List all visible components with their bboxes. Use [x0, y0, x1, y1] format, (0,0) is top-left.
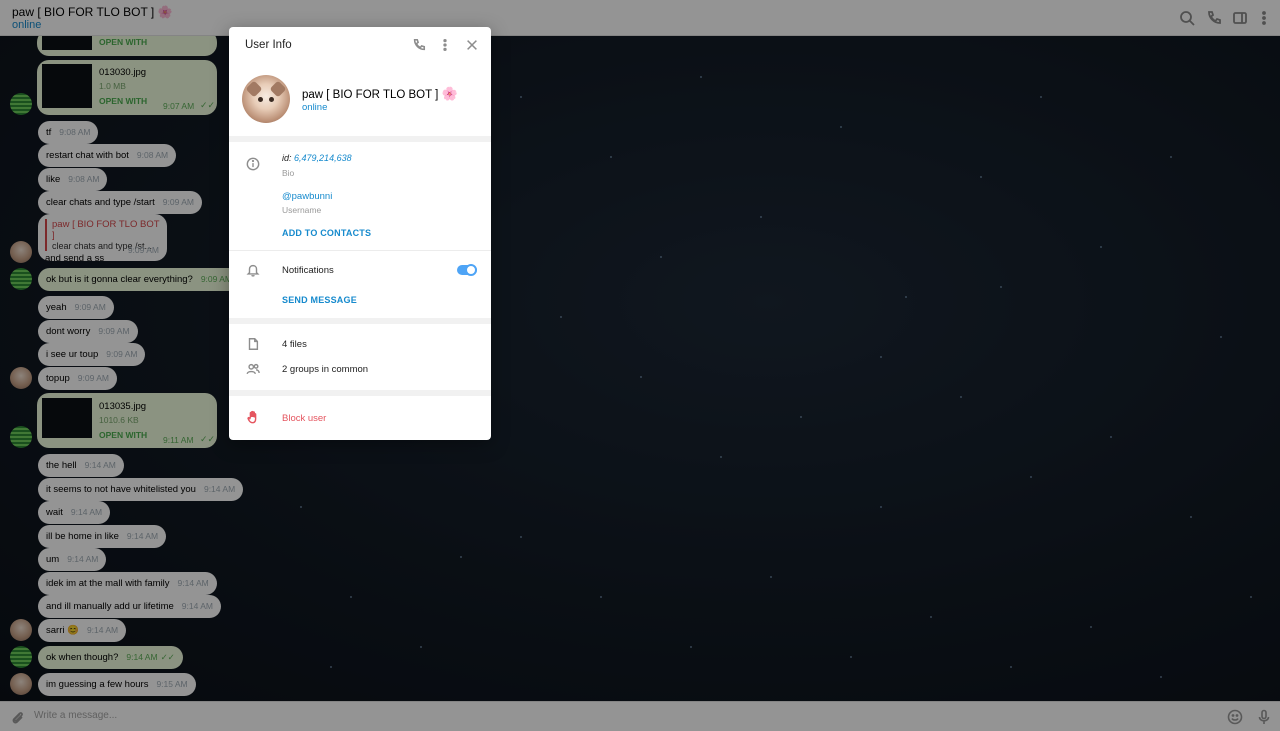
- flower-emoji-icon: 🌸: [441, 86, 458, 101]
- info-icon: [246, 157, 260, 171]
- username-label: Username: [282, 205, 322, 215]
- user-info-modal: User Info paw [ BIO FOR TLO BOT ] 🌸 onli…: [229, 27, 491, 440]
- more-menu-icon[interactable]: [438, 38, 452, 52]
- profile-name: paw [ BIO FOR TLO BOT ] 🌸: [302, 86, 458, 101]
- block-hand-icon: [246, 410, 260, 424]
- add-to-contacts-button[interactable]: ADD TO CONTACTS: [282, 228, 371, 238]
- group-icon: [246, 362, 260, 376]
- modal-backdrop[interactable]: [0, 0, 1280, 731]
- profile-status: online: [302, 102, 328, 113]
- notifications-label: Notifications: [282, 265, 334, 276]
- file-icon: [246, 337, 260, 351]
- files-link[interactable]: 4 files: [282, 339, 307, 350]
- username[interactable]: @pawbunni: [282, 191, 332, 202]
- close-icon[interactable]: [465, 38, 479, 52]
- divider: [229, 390, 491, 396]
- profile-avatar[interactable]: [242, 75, 290, 123]
- bio-label: Bio: [282, 168, 295, 178]
- phone-icon[interactable]: [412, 38, 426, 52]
- groups-in-common-link[interactable]: 2 groups in common: [282, 364, 368, 375]
- block-user-button[interactable]: Block user: [282, 413, 326, 424]
- divider: [229, 136, 491, 142]
- bell-icon: [246, 263, 260, 277]
- user-id[interactable]: id: 6,479,214,638: [282, 153, 352, 163]
- send-message-button[interactable]: SEND MESSAGE: [282, 295, 357, 305]
- modal-title: User Info: [245, 39, 292, 51]
- notifications-toggle[interactable]: [457, 264, 477, 276]
- divider: [229, 250, 491, 251]
- divider: [229, 318, 491, 324]
